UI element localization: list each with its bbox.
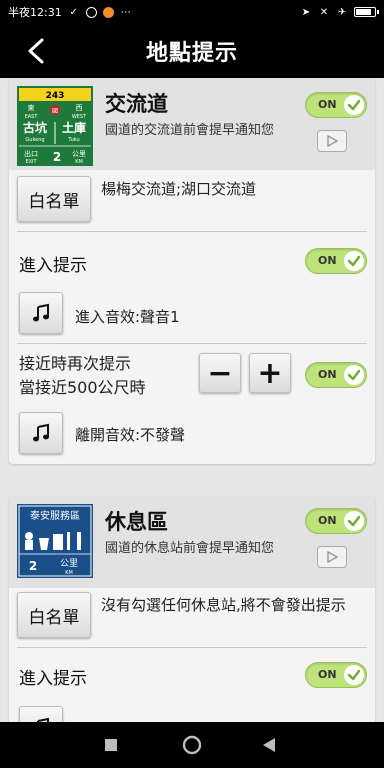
whitelist-text: 沒有勾選任何休息站,將不會發出提示 <box>101 596 346 614</box>
whitelist-button[interactable]: 白名單 <box>17 176 91 222</box>
more-notifications-icon: ⋯ <box>120 6 131 18</box>
settings-list[interactable]: 243 國 東 西 EAST WEST 古坑 土庫 Gukeng Tuku 出口… <box>0 78 384 722</box>
divider <box>17 647 367 648</box>
svg-text:EXIT: EXIT <box>25 159 37 165</box>
interchange-sign-icon: 243 國 東 西 EAST WEST 古坑 土庫 Gukeng Tuku 出口… <box>17 86 93 166</box>
back-arrow-icon[interactable] <box>22 36 50 66</box>
status-time: 半夜12:31 <box>8 6 62 19</box>
svg-text:東: 東 <box>28 103 35 112</box>
toggle-on-label: ON <box>318 254 337 267</box>
home-icon[interactable] <box>182 735 202 755</box>
enter-alert-label: 進入提示 <box>19 256 87 276</box>
check-icon <box>344 665 364 685</box>
rest-area-description: 國道的休息站前會提早通知您 <box>105 541 275 556</box>
approach-alert-toggle[interactable]: ON <box>305 362 367 388</box>
app-notification-icon-2 <box>102 6 114 18</box>
mute-icon: ✕ <box>319 6 329 18</box>
music-note-icon <box>33 423 49 442</box>
interchange-description: 國道的交流道前會提早通知您 <box>105 123 275 138</box>
approach-distance-label: 當接近500公尺時 <box>19 378 146 397</box>
check-icon <box>344 95 364 115</box>
leave-sound-text: 離開音效:不發聲 <box>75 426 186 444</box>
svg-text:古坑: 古坑 <box>23 120 47 135</box>
app-bar: 地點提示 <box>0 24 384 78</box>
toggle-on-label: ON <box>318 514 337 527</box>
svg-text:國: 國 <box>52 108 58 115</box>
svg-text:Gukeng: Gukeng <box>25 137 44 143</box>
svg-text:公里: 公里 <box>60 558 78 569</box>
svg-text:WEST: WEST <box>72 114 87 120</box>
interchange-card: 243 國 東 西 EAST WEST 古坑 土庫 Gukeng Tuku 出口… <box>9 78 375 464</box>
rest-area-sign-icon: 泰安服務區 2 公里 KM <box>17 504 93 578</box>
svg-text:2: 2 <box>29 559 37 573</box>
svg-text:Tuku: Tuku <box>67 137 79 143</box>
app-notification-icon <box>85 6 97 18</box>
toggle-on-label: ON <box>318 98 337 111</box>
svg-text:出口: 出口 <box>24 149 38 158</box>
check-icon <box>344 365 364 385</box>
interchange-card-header: 243 國 東 西 EAST WEST 古坑 土庫 Gukeng Tuku 出口… <box>9 78 375 170</box>
svg-text:KM: KM <box>75 159 83 165</box>
whitelist-text: 楊梅交流道;湖口交流道 <box>101 180 257 198</box>
svg-text:2: 2 <box>53 150 61 164</box>
svg-text:土庫: 土庫 <box>62 120 86 135</box>
toggle-on-label: ON <box>318 368 337 381</box>
leave-sound-button[interactable] <box>19 412 63 454</box>
approach-alert-label: 接近時再次提示 <box>19 354 132 373</box>
decrease-distance-button[interactable]: − <box>199 353 241 393</box>
enter-alert-label: 進入提示 <box>19 669 87 689</box>
svg-text:243: 243 <box>46 91 65 101</box>
whitelist-button[interactable]: 白名單 <box>17 592 91 638</box>
interchange-toggle[interactable]: ON <box>305 92 367 118</box>
divider <box>17 231 367 232</box>
enter-alert-toggle[interactable]: ON <box>305 248 367 274</box>
divider <box>17 343 367 344</box>
preview-play-button[interactable] <box>317 130 347 152</box>
status-bar: 半夜12:31 ✓ ⋯ ➤ ✕ ✈ <box>0 0 384 24</box>
recent-apps-icon[interactable] <box>104 738 118 752</box>
system-navigation-bar <box>0 722 384 768</box>
preview-play-button[interactable] <box>317 546 347 568</box>
increase-distance-button[interactable]: + <box>249 353 291 393</box>
svg-text:KM: KM <box>65 570 73 576</box>
check-icon <box>344 251 364 271</box>
enter-sound-text: 進入音效:聲音1 <box>75 308 180 326</box>
battery-icon <box>354 7 379 17</box>
svg-text:EAST: EAST <box>25 114 39 120</box>
svg-text:公里: 公里 <box>72 150 86 158</box>
play-icon <box>327 551 338 563</box>
interchange-title: 交流道 <box>105 92 168 116</box>
toggle-on-label: ON <box>318 668 337 681</box>
notification-icon: ✓ <box>69 6 78 18</box>
location-icon: ➤ <box>301 6 311 18</box>
enter-sound-button[interactable] <box>19 706 63 722</box>
check-icon <box>344 511 364 531</box>
music-note-icon <box>33 303 49 322</box>
svg-text:西: 西 <box>76 104 83 112</box>
rest-area-card-header: 泰安服務區 2 公里 KM 休息區 國道的休息站前會提早通知您 ON <box>9 496 375 588</box>
svg-text:泰安服務區: 泰安服務區 <box>30 509 80 522</box>
rest-area-title: 休息區 <box>105 510 168 534</box>
page-title: 地點提示 <box>145 41 238 66</box>
rest-area-card: 泰安服務區 2 公里 KM 休息區 國道的休息站前會提早通知您 ON 白名單 沒… <box>9 496 375 722</box>
enter-alert-toggle[interactable]: ON <box>305 662 367 688</box>
play-icon <box>327 135 338 147</box>
airplane-mode-icon: ✈ <box>337 6 347 18</box>
enter-sound-button[interactable] <box>19 292 63 334</box>
rest-area-toggle[interactable]: ON <box>305 508 367 534</box>
back-icon[interactable] <box>262 737 276 753</box>
